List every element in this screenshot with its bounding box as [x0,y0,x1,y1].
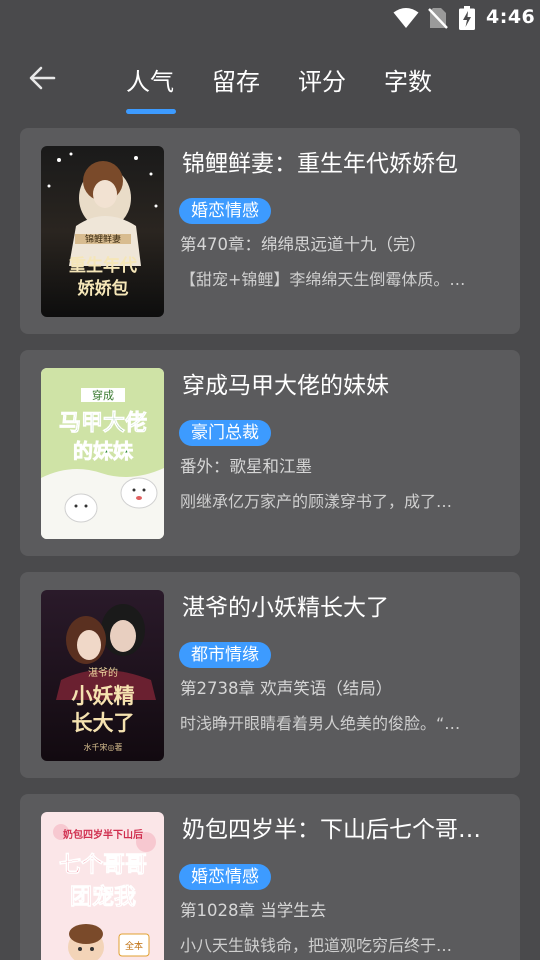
svg-text:奶包四岁半下山后: 奶包四岁半下山后 [63,828,143,841]
genre-tag: 都市情缘 [179,642,271,668]
battery-charging-icon [459,6,475,34]
svg-text:全本: 全本 [125,940,143,952]
book-description: 小八天生缺钱命，把道观吃穷后终于… [180,936,453,955]
svg-text:娇娇包: 娇娇包 [78,278,129,299]
svg-text:小妖精: 小妖精 [72,684,135,708]
book-card[interactable]: 锦鲤鲜妻 重生年代 娇娇包 锦鲤鲜妻：重生年代娇娇包 婚恋情感 第470章：绵绵… [20,128,520,334]
genre-tag: 婚恋情感 [179,198,271,224]
clock: 4:46 [486,6,536,28]
book-description: 刚继承亿万家产的顾漾穿书了，成了… [180,492,453,511]
latest-chapter: 第1028章 当学生去 [180,901,327,920]
genre-tag: 豪门总裁 [179,420,271,446]
top-bar: 人气 留存 评分 字数 [0,52,540,116]
tab-rating[interactable]: 评分 [298,62,346,97]
tab-popularity[interactable]: 人气 [126,62,174,97]
status-bar: 4:46 [0,0,540,36]
latest-chapter: 第470章：绵绵思远道十九（完） [180,235,426,254]
tab-word-count[interactable]: 字数 [384,62,432,97]
svg-text:湛爷的: 湛爷的 [88,666,118,679]
svg-text:水千宋◎著: 水千宋◎著 [84,742,123,752]
svg-text:长大了: 长大了 [72,711,135,735]
genre-tag: 婚恋情感 [179,864,271,890]
svg-text:锦鲤鲜妻: 锦鲤鲜妻 [85,233,121,245]
tab-retention[interactable]: 留存 [212,62,260,97]
book-card[interactable]: 奶包四岁半下山后 七个哥哥 团宠我 全本 奶包四岁半：下山后七个哥… 婚恋情感 … [20,794,520,960]
book-title: 湛爷的小妖精长大了 [182,595,389,621]
back-button[interactable] [24,62,60,98]
book-title: 锦鲤鲜妻：重生年代娇娇包 [182,151,458,177]
book-description: 【甜宠+锦鲤】李绵绵天生倒霉体质。… [180,270,466,289]
book-card[interactable]: 湛爷的 小妖精 长大了 水千宋◎著 湛爷的小妖精长大了 都市情缘 第2738章 … [20,572,520,778]
book-cover: 锦鲤鲜妻 重生年代 娇娇包 [41,146,164,317]
book-card[interactable]: 穿成 马甲大佬 的妹妹 穿成马甲大佬的妹妹 豪门总裁 番外：歌星和江墨 刚继承亿… [20,350,520,556]
svg-text:马甲大佬: 马甲大佬 [59,411,147,436]
svg-text:重生年代: 重生年代 [69,255,137,276]
book-cover: 穿成 马甲大佬 的妹妹 [41,368,164,539]
active-tab-indicator [126,109,176,114]
svg-text:团宠我: 团宠我 [70,884,136,910]
book-title: 穿成马甲大佬的妹妹 [182,373,389,399]
svg-text:七个哥哥: 七个哥哥 [59,853,147,878]
book-cover: 湛爷的 小妖精 长大了 水千宋◎著 [41,590,164,761]
latest-chapter: 第2738章 欢声笑语（结局） [180,679,393,698]
latest-chapter: 番外：歌星和江墨 [180,457,312,476]
no-sim-icon [428,7,448,33]
wifi-icon [393,7,419,33]
svg-text:的妹妹: 的妹妹 [73,439,134,463]
arrow-left-icon [28,66,56,94]
book-cover: 奶包四岁半下山后 七个哥哥 团宠我 全本 [41,812,164,960]
svg-text:穿成: 穿成 [92,388,114,402]
book-description: 时浅睁开眼睛看着男人绝美的俊脸。“… [180,714,461,733]
book-title: 奶包四岁半：下山后七个哥… [182,817,481,843]
